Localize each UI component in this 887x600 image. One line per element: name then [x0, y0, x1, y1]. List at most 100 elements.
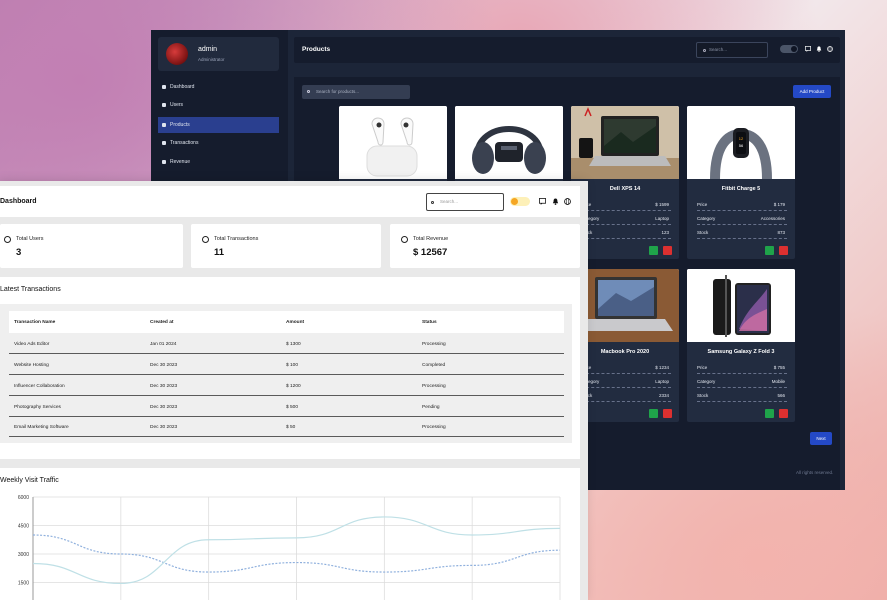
globe-icon[interactable]	[564, 198, 571, 205]
cell: Processing	[422, 425, 446, 430]
product-stock-row: Stock2334	[581, 389, 671, 402]
table-row[interactable]: Video Ads Editor Jan 01 2024 $ 1300 Proc…	[9, 334, 564, 354]
message-icon[interactable]	[539, 198, 546, 205]
table-row[interactable]: Influencer Collaboration Dec 30 2023 $ 1…	[9, 376, 564, 396]
svg-text:12: 12	[739, 136, 744, 141]
sidebar-item-products[interactable]: Products	[158, 117, 279, 133]
stock-value: 873	[777, 230, 785, 235]
next-page-button[interactable]: Next	[810, 432, 832, 445]
delete-button[interactable]	[663, 409, 672, 418]
weekly-traffic-panel: Weekly Visit Traffic 6000 4500 3000 1500	[0, 468, 580, 600]
product-image-headphones	[455, 106, 563, 179]
product-image-airpods	[339, 106, 447, 179]
add-product-button[interactable]: Add Product	[793, 85, 831, 98]
search-icon	[307, 90, 310, 93]
cell: Dec 30 2023	[150, 405, 178, 410]
chart-title: Weekly Visit Traffic	[0, 477, 59, 484]
product-price-row: Price$ 1234	[581, 361, 671, 374]
edit-button[interactable]	[765, 409, 774, 418]
edit-button[interactable]	[649, 409, 658, 418]
grid-icon	[162, 85, 166, 89]
sidebar-item-label: Users	[170, 102, 184, 108]
globe-icon[interactable]	[827, 46, 833, 52]
cell: $ 100	[286, 363, 299, 368]
column-header[interactable]: Status	[422, 320, 437, 325]
column-header[interactable]: Amount	[286, 320, 304, 325]
product-stock-row: Stock123	[581, 226, 671, 239]
stat-value: 3	[16, 247, 22, 258]
profile-role: Administrator	[198, 57, 225, 62]
bell-icon[interactable]	[552, 198, 559, 205]
dashboard-header: Dashboard Search...	[0, 186, 580, 217]
stat-card-transactions: Total Transactions 11	[191, 224, 381, 268]
cell: Processing	[422, 384, 446, 389]
stock-label: Stock	[697, 393, 709, 398]
header-search-input[interactable]: Search...	[696, 42, 768, 58]
table-row[interactable]: Website Hosting Dec 30 2023 $ 100 Comple…	[9, 355, 564, 375]
transactions-table: Transaction Name Created at Amount Statu…	[0, 304, 572, 443]
sidebar-item-revenue[interactable]: Revenue	[158, 154, 279, 170]
delete-button[interactable]	[779, 246, 788, 255]
message-icon[interactable]	[805, 46, 811, 52]
product-category-row: Category Laptop	[581, 375, 671, 388]
cell: Photography Services	[14, 405, 61, 410]
theme-toggle[interactable]	[510, 197, 530, 206]
svg-text:56: 56	[739, 143, 744, 148]
bell-icon[interactable]	[816, 46, 822, 52]
stock-label: Stock	[697, 230, 709, 235]
product-card[interactable]: Samsung Galaxy Z Fold 3 Price $ 755 Categ…	[687, 269, 795, 422]
column-header[interactable]: Created at	[150, 320, 173, 325]
header-search-input[interactable]: Search...	[426, 193, 504, 211]
search-icon	[703, 49, 706, 52]
delete-button[interactable]	[663, 246, 672, 255]
column-header[interactable]: Transaction Name	[14, 320, 55, 325]
edit-button[interactable]	[649, 246, 658, 255]
search-placeholder: Search for products...	[316, 89, 360, 94]
cell: Processing	[422, 342, 446, 347]
cell: Dec 30 2023	[150, 363, 178, 368]
latest-transactions-panel: Latest Transactions Transaction Name Cre…	[0, 277, 580, 459]
cell: $ 1300	[286, 342, 301, 347]
cell: Completed	[422, 363, 446, 368]
sidebar-item-transactions[interactable]: Transactions	[158, 135, 279, 151]
category-value: Accessories	[760, 216, 785, 221]
product-category-row: Category Laptop	[581, 212, 671, 225]
dollar-icon	[162, 141, 166, 145]
edit-button[interactable]	[765, 246, 774, 255]
revenue-icon	[401, 236, 408, 243]
product-stock-row: Stock 873	[697, 226, 787, 239]
product-image-laptop	[571, 106, 679, 179]
product-card[interactable]: 12 56 Fitbit Charge 5 Price $ 179 Categor…	[687, 106, 795, 259]
category-value: Laptop	[655, 379, 669, 384]
price-value: $ 179	[773, 202, 785, 207]
box-icon	[162, 123, 166, 127]
stat-label: Total Revenue	[413, 236, 449, 242]
product-search-input[interactable]: Search for products...	[302, 85, 410, 99]
stat-card-revenue: Total Revenue $ 12567	[390, 224, 580, 268]
y-tick-label: 1500	[18, 581, 29, 587]
traffic-line-chart: 6000 4500 3000 1500	[18, 495, 561, 600]
chart-icon	[162, 160, 166, 164]
theme-toggle[interactable]	[780, 45, 798, 53]
sidebar-item-users[interactable]: Users	[158, 97, 279, 113]
search-placeholder: Search...	[709, 47, 728, 52]
stat-value: $ 12567	[413, 247, 448, 258]
sidebar-item-label: Transactions	[170, 140, 199, 146]
cell: Dec 30 2023	[150, 384, 178, 389]
section-title: Latest Transactions	[0, 286, 61, 293]
product-image-fitbit: 12 56	[687, 106, 795, 179]
search-icon	[431, 201, 434, 204]
sidebar-item-dashboard[interactable]: Dashboard	[158, 79, 279, 95]
stock-value: 566	[777, 393, 785, 398]
profile-name: admin	[198, 46, 218, 53]
price-value: $ 1599	[655, 202, 669, 207]
cell: Influencer Collaboration	[14, 384, 65, 389]
stat-value: 11	[214, 247, 225, 258]
profile-card[interactable]: admin Administrator	[158, 37, 279, 71]
delete-button[interactable]	[779, 409, 788, 418]
table-row[interactable]: Email Marketing Software Dec 30 2023 $ 5…	[9, 417, 564, 437]
y-tick-label: 6000	[18, 495, 29, 501]
page-title: Dashboard	[0, 198, 37, 205]
table-row[interactable]: Photography Services Dec 30 2023 $ 500 P…	[9, 397, 564, 417]
product-name: Fitbit Charge 5	[721, 186, 761, 192]
